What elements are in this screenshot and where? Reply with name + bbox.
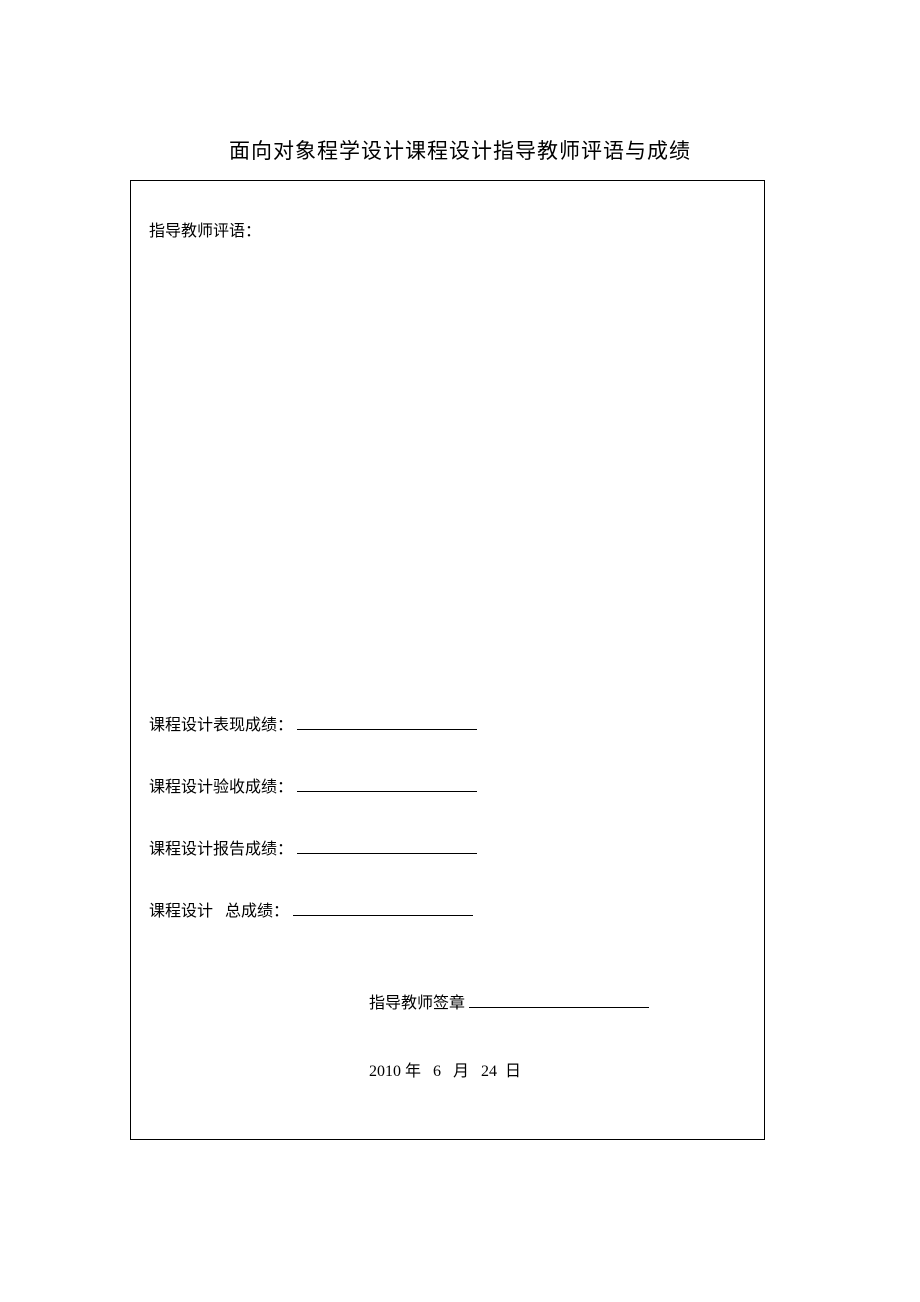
evaluation-form-box: 指导教师评语： 课程设计表现成绩： 课程设计验收成绩： 课程设计报告成绩： 课程… bbox=[130, 180, 765, 1140]
score-total-row: 课程设计 总成绩： bbox=[149, 897, 746, 921]
score-performance-label: 课程设计表现成绩： bbox=[149, 711, 293, 735]
date-row: 2010 年 6 月 24 日 bbox=[149, 1057, 746, 1081]
score-acceptance-label: 课程设计验收成绩： bbox=[149, 773, 293, 797]
teacher-comment-label: 指导教师评语： bbox=[149, 217, 746, 241]
score-performance-blank bbox=[297, 714, 477, 730]
score-acceptance-blank bbox=[297, 776, 477, 792]
score-report-row: 课程设计报告成绩： bbox=[149, 835, 746, 859]
score-total-blank bbox=[293, 900, 473, 916]
signature-row: 指导教师签章 bbox=[149, 989, 746, 1013]
score-report-label: 课程设计报告成绩： bbox=[149, 835, 293, 859]
signature-label: 指导教师签章 bbox=[369, 989, 465, 1013]
score-performance-row: 课程设计表现成绩： bbox=[149, 711, 746, 735]
signature-blank bbox=[469, 992, 649, 1008]
score-total-label: 课程设计 总成绩： bbox=[149, 897, 289, 921]
page-title: 面向对象程学设计课程设计指导教师评语与成绩 bbox=[0, 135, 920, 165]
score-report-blank bbox=[297, 838, 477, 854]
score-acceptance-row: 课程设计验收成绩： bbox=[149, 773, 746, 797]
